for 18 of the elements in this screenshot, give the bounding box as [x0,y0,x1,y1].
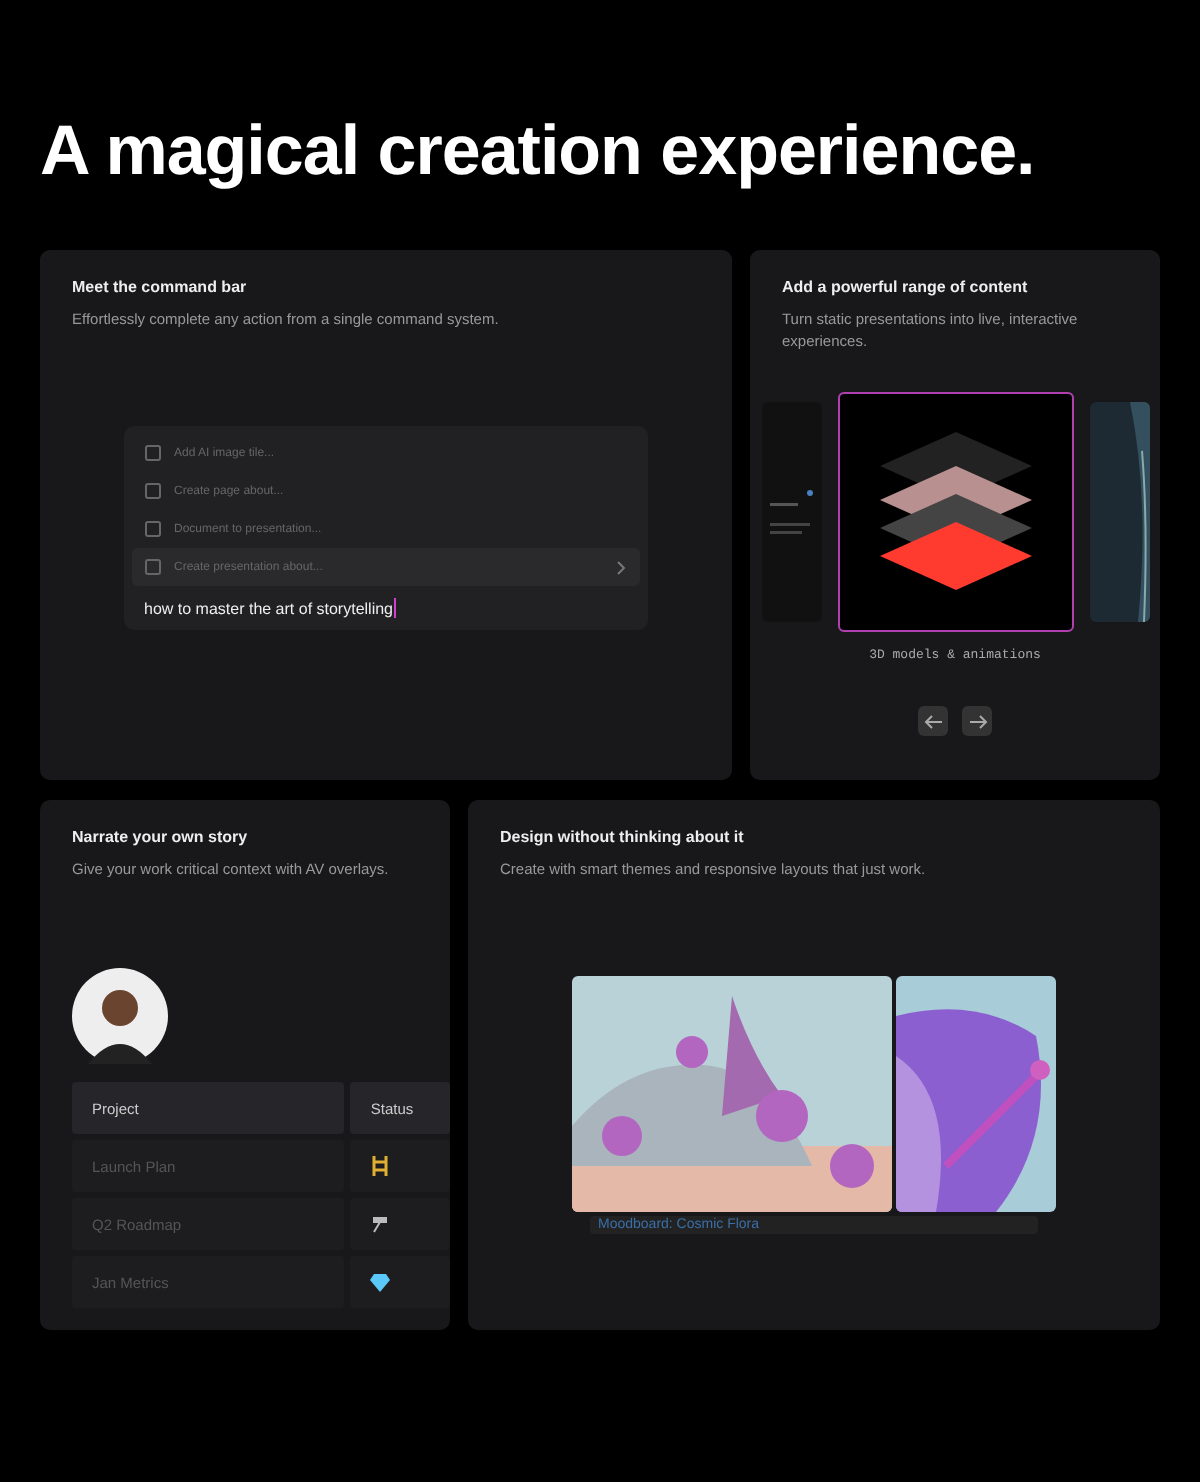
ladder-icon [370,1156,391,1176]
card-title: Design without thinking about it [500,828,746,846]
slide-thumbnail[interactable] [761,402,821,622]
card-title: Add a powerful range of content [782,278,1030,296]
slide-thumbnail[interactable] [837,392,1073,632]
right-arrow-icon [967,713,987,729]
chevron-icon [616,559,628,575]
left-arrow-icon [923,713,943,729]
avatar [72,968,168,1064]
gem-icon [370,1273,391,1291]
hammer-icon [370,1214,391,1234]
command-input[interactable]: how to master the art of storytelling [132,586,640,618]
next-button[interactable] [962,706,992,736]
card-title: Meet the command bar [72,278,249,296]
document-preview-icon [769,490,813,534]
card-title: Narrate your own story [72,828,250,846]
previous-button[interactable] [918,706,948,736]
headline: A magical creation experience. [40,110,1037,192]
